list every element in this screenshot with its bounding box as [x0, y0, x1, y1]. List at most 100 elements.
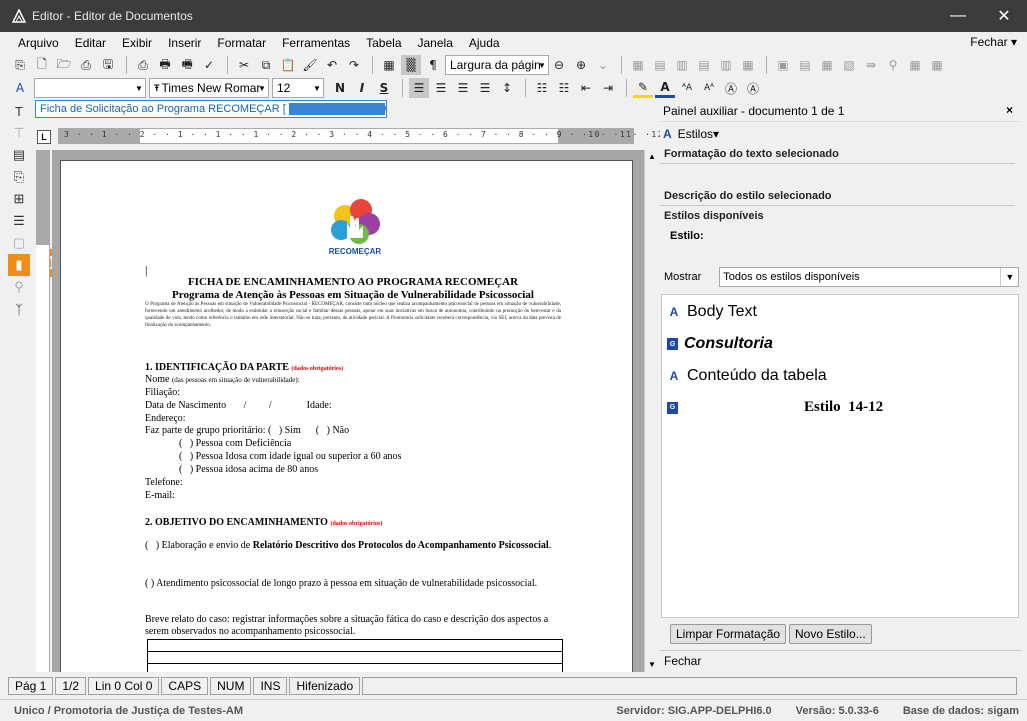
close-panel-icon[interactable]: ×: [1006, 103, 1013, 117]
table-props-icon[interactable]: ▧: [839, 55, 859, 75]
search-doc-icon[interactable]: ⚲: [8, 276, 30, 298]
shrink-font-icon[interactable]: Aᴬ: [699, 78, 719, 98]
menu-ferramentas[interactable]: Ferramentas: [274, 36, 358, 50]
format-painter-icon[interactable]: 🖌: [300, 55, 320, 75]
font-color-icon[interactable]: A: [655, 78, 675, 98]
style-select[interactable]: ▼: [34, 78, 146, 98]
styles-dropdown[interactable]: A Estilos ▾: [660, 122, 1021, 146]
merge-cells-icon[interactable]: ▣: [773, 55, 793, 75]
new-document-icon[interactable]: 🗋: [32, 55, 52, 75]
pilcrow-icon[interactable]: ¶: [423, 55, 443, 75]
editor-scrollbar[interactable]: ▲ ▼: [644, 150, 658, 672]
change-case-icon[interactable]: Ⓐ: [721, 78, 741, 98]
copy-icon[interactable]: ⧉: [256, 55, 276, 75]
font-family-select[interactable]: Ŧ Times New Romar ▼: [149, 78, 269, 98]
field-insert-icon[interactable]: ⇛: [861, 55, 881, 75]
open-icon[interactable]: 🗁: [54, 55, 74, 75]
font-size-select[interactable]: 12 ▼: [272, 78, 324, 98]
export-pdf-icon[interactable]: ⎙: [76, 55, 96, 75]
disabled-icon[interactable]: ▢: [8, 232, 30, 254]
menu-ajuda[interactable]: Ajuda: [461, 36, 508, 50]
table-col-icon[interactable]: ▥: [672, 55, 692, 75]
line-spacing-icon[interactable]: ↕: [497, 78, 517, 98]
scroll-down-icon[interactable]: ▼: [645, 658, 659, 672]
document-page[interactable]: RECOMEÇAR | FICHA DE ENCAMINHAMENTO AO P…: [60, 160, 633, 672]
table-delete-col-icon[interactable]: ▥: [716, 55, 736, 75]
new-style-button[interactable]: Novo Estilo...: [789, 624, 872, 644]
print-options-icon[interactable]: 🖷: [177, 55, 197, 75]
numbered-list-icon[interactable]: ☷: [554, 78, 574, 98]
panel-close-link[interactable]: Fechar: [660, 650, 1021, 670]
zoom-select[interactable]: Largura da págin ▼: [445, 55, 549, 75]
editor-area[interactable]: RECOMEÇAR | FICHA DE ENCAMINHAMENTO AO P…: [52, 150, 644, 672]
active-tool-icon[interactable]: ▮: [8, 254, 30, 276]
brush-icon[interactable]: ᛉ: [8, 298, 30, 320]
document-copy-icon[interactable]: ⎘: [8, 166, 30, 188]
zoom-out-icon[interactable]: ⊖: [549, 55, 569, 75]
style-list[interactable]: A Body Text G Consultoria A Conteúdo da tab…: [661, 294, 1019, 618]
overflow-icon[interactable]: ⌄: [593, 55, 613, 75]
italic-button[interactable]: I: [352, 78, 372, 98]
document-title-field[interactable]: Ficha de Solicitação ao Programa RECOMEÇ…: [35, 100, 387, 118]
align-left-icon[interactable]: ☰: [409, 78, 429, 98]
menu-formatar[interactable]: Formatar: [209, 36, 274, 50]
redo-icon[interactable]: ↷: [344, 55, 364, 75]
table-row[interactable]: [147, 664, 563, 672]
grow-font-icon[interactable]: ᴬA: [677, 78, 697, 98]
save-icon[interactable]: 🖫: [98, 55, 118, 75]
print-preview-icon[interactable]: 🖶: [155, 55, 175, 75]
field-filter-icon[interactable]: ⚲: [883, 55, 903, 75]
print-icon[interactable]: ⎙: [133, 55, 153, 75]
new-from-template-icon[interactable]: ⎘: [10, 55, 30, 75]
tab-stop-selector[interactable]: L: [37, 130, 51, 144]
menu-editar[interactable]: Editar: [67, 36, 114, 50]
align-center-icon[interactable]: ☰: [431, 78, 451, 98]
style-item-conteudo-tabela[interactable]: A Conteúdo da tabela: [667, 367, 827, 385]
pin-icon[interactable]: ⊤: [8, 122, 30, 144]
align-justify-icon[interactable]: ☰: [475, 78, 495, 98]
image-icon[interactable]: ⊞: [8, 188, 30, 210]
undo-icon[interactable]: ↶: [322, 55, 342, 75]
style-item-consultoria[interactable]: G Consultoria: [667, 335, 773, 353]
close-window-button[interactable]: ✕: [981, 0, 1027, 32]
menu-tabela[interactable]: Tabela: [358, 36, 409, 50]
case-report-table[interactable]: [147, 639, 563, 672]
minimize-button[interactable]: —: [935, 0, 981, 32]
underline-button[interactable]: S: [374, 78, 394, 98]
menu-inserir[interactable]: Inserir: [160, 36, 209, 50]
zoom-in-icon[interactable]: ⊕: [571, 55, 591, 75]
increase-indent-icon[interactable]: ⇥: [598, 78, 618, 98]
table-icon[interactable]: ▦: [379, 55, 399, 75]
table-split-icon[interactable]: ▦: [738, 55, 758, 75]
table-row[interactable]: [147, 640, 563, 652]
show-select[interactable]: Todos os estilos disponíveis ▼: [719, 267, 1020, 287]
menu-arquivo[interactable]: Arquivo: [0, 36, 67, 50]
menu-fechar[interactable]: Fechar ▾: [970, 35, 1017, 49]
styles-icon[interactable]: A: [10, 78, 30, 98]
bullet-list-icon[interactable]: ☷: [532, 78, 552, 98]
table-insert-icon[interactable]: ▦: [628, 55, 648, 75]
cut-icon[interactable]: ✂: [234, 55, 254, 75]
clear-format-icon[interactable]: Ⓐ: [743, 78, 763, 98]
show-formatting-toggle[interactable]: ▒: [401, 55, 421, 75]
scroll-up-icon[interactable]: ▲: [645, 150, 659, 164]
style-item-body-text[interactable]: A Body Text: [667, 303, 757, 321]
highlight-icon[interactable]: ✎: [633, 78, 653, 98]
list-icon[interactable]: ☰: [8, 210, 30, 232]
style-item-estilo-14-12[interactable]: G Estilo 14-12: [667, 399, 1007, 416]
table-delete-row-icon[interactable]: ▤: [694, 55, 714, 75]
decrease-indent-icon[interactable]: ⇤: [576, 78, 596, 98]
table-borders-icon[interactable]: ▦: [817, 55, 837, 75]
menu-exibir[interactable]: Exibir: [114, 36, 160, 50]
spellcheck-icon[interactable]: ✓: [199, 55, 219, 75]
bold-button[interactable]: N: [330, 78, 350, 98]
form-icon[interactable]: ▤: [8, 144, 30, 166]
align-right-icon[interactable]: ☰: [453, 78, 473, 98]
grid-icon[interactable]: ▦: [905, 55, 925, 75]
menu-janela[interactable]: Janela: [410, 36, 461, 50]
table-row[interactable]: [147, 652, 563, 664]
table-row-icon[interactable]: ▤: [650, 55, 670, 75]
text-clear-icon[interactable]: T: [8, 100, 30, 122]
paste-icon[interactable]: 📋: [278, 55, 298, 75]
split-cells-icon[interactable]: ▤: [795, 55, 815, 75]
